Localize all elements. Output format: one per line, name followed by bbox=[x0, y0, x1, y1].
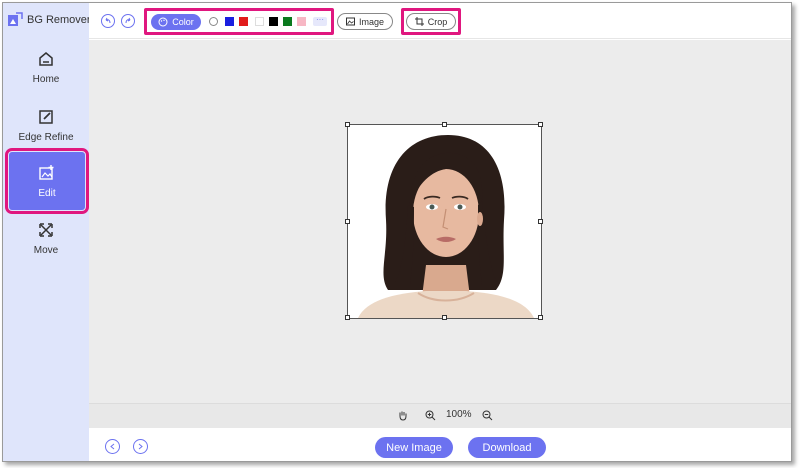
sidebar-item-home[interactable]: Home bbox=[3, 38, 89, 96]
sidebar: BG Remover Home Edge Refine Edit Move bbox=[3, 3, 91, 461]
zoom-bar: 100% bbox=[89, 403, 791, 428]
toolbar: Color ··· Image Crop bbox=[89, 3, 791, 39]
swatch-red[interactable] bbox=[239, 17, 248, 26]
zoom-out-icon bbox=[482, 410, 493, 421]
next-button[interactable] bbox=[133, 439, 148, 454]
crop-icon bbox=[414, 17, 424, 26]
swatch-pink[interactable] bbox=[297, 17, 306, 26]
new-image-button[interactable]: New Image bbox=[375, 437, 453, 458]
undo-button[interactable] bbox=[101, 14, 115, 28]
zoom-level: 100% bbox=[446, 409, 472, 420]
hand-icon bbox=[399, 411, 407, 421]
canvas-area[interactable] bbox=[89, 40, 791, 403]
image-label: Image bbox=[358, 16, 384, 27]
swatch-none[interactable] bbox=[209, 17, 218, 26]
sidebar-item-label: Edit bbox=[38, 187, 56, 199]
sidebar-item-label: Move bbox=[33, 244, 59, 256]
chevron-left-icon bbox=[110, 443, 115, 450]
download-button[interactable]: Download bbox=[468, 437, 546, 458]
swatch-green[interactable] bbox=[283, 17, 292, 26]
redo-button[interactable] bbox=[121, 14, 135, 28]
resize-handle-left[interactable] bbox=[345, 219, 350, 224]
resize-handle-bottom-right[interactable] bbox=[538, 315, 543, 320]
image-icon bbox=[345, 17, 355, 26]
sidebar-item-edge-refine[interactable]: Edge Refine bbox=[3, 96, 89, 154]
app-title: BG Remover bbox=[27, 14, 91, 26]
resize-handle-bottom-left[interactable] bbox=[345, 315, 350, 320]
resize-handle-top-right[interactable] bbox=[538, 122, 543, 127]
move-icon bbox=[39, 222, 53, 237]
palette-icon bbox=[158, 17, 168, 27]
sidebar-item-edit[interactable]: Edit bbox=[5, 148, 89, 214]
result-image-frame[interactable] bbox=[345, 122, 543, 320]
portrait-image bbox=[348, 125, 541, 318]
sidebar-item-move[interactable]: Move bbox=[3, 209, 89, 267]
resize-handle-top[interactable] bbox=[442, 122, 447, 127]
pan-hand-button[interactable] bbox=[397, 410, 408, 424]
previous-button[interactable] bbox=[105, 439, 120, 454]
chevron-right-icon bbox=[138, 443, 143, 450]
resize-handle-top-left[interactable] bbox=[345, 122, 350, 127]
zoom-out-button[interactable] bbox=[482, 410, 493, 424]
zoom-in-icon bbox=[425, 410, 436, 421]
app-logo-icon bbox=[8, 12, 23, 26]
color-button[interactable]: Color bbox=[151, 14, 201, 30]
zoom-in-button[interactable] bbox=[425, 410, 436, 424]
sidebar-item-label: Edge Refine bbox=[18, 131, 74, 143]
swatch-white[interactable] bbox=[255, 17, 264, 26]
edit-icon bbox=[39, 109, 53, 124]
app-window: BG Remover Home Edge Refine Edit Move Co… bbox=[2, 2, 792, 462]
color-label: Color bbox=[172, 17, 194, 27]
image-edit-icon bbox=[39, 164, 54, 180]
resize-handle-bottom[interactable] bbox=[442, 315, 447, 320]
more-colors-button[interactable]: ··· bbox=[313, 16, 327, 26]
home-icon bbox=[39, 51, 53, 66]
sidebar-item-label: Home bbox=[32, 73, 60, 85]
crop-button[interactable]: Crop bbox=[406, 13, 456, 30]
crop-label: Crop bbox=[427, 16, 448, 27]
undo-icon bbox=[105, 17, 111, 24]
swatch-blue[interactable] bbox=[225, 17, 234, 26]
color-toolbar-group: Color ··· bbox=[144, 8, 334, 35]
redo-icon bbox=[125, 17, 131, 24]
footer: New Image Download bbox=[89, 428, 791, 461]
swatch-black[interactable] bbox=[269, 17, 278, 26]
brand: BG Remover bbox=[7, 12, 91, 28]
resize-handle-right[interactable] bbox=[538, 219, 543, 224]
image-background-button[interactable]: Image bbox=[337, 13, 393, 30]
